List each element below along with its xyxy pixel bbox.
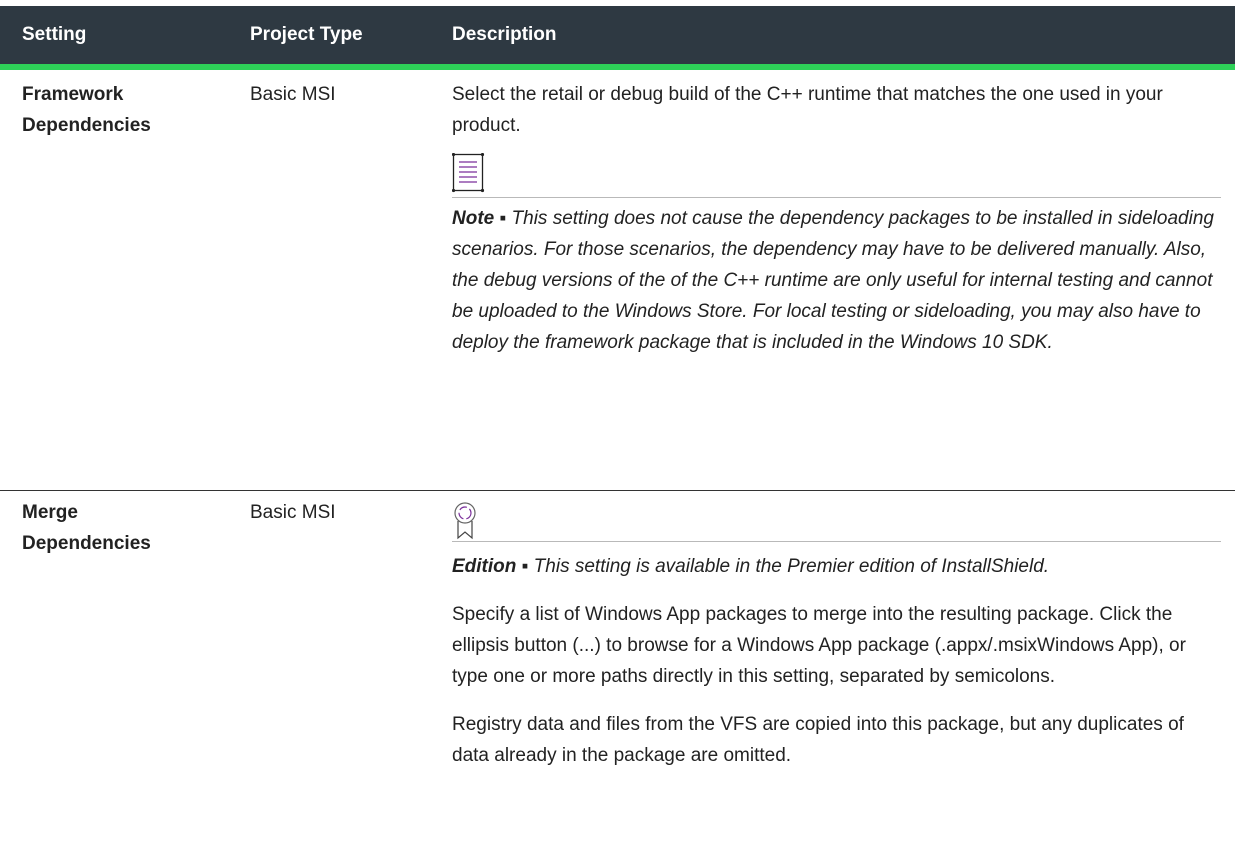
description-cell: Edition ▪ This setting is available in t… [452,488,1235,858]
edition-divider [452,541,1221,542]
award-ribbon-icon [454,502,476,540]
settings-table: Setting Project Type Description Framewo… [0,6,1235,858]
note-icon-wrap [452,141,1221,197]
setting-name: Merge Dependencies [0,488,250,858]
project-type: Basic MSI [250,502,336,523]
note-body: This setting does not cause the dependen… [452,208,1214,353]
note-label: Note ▪ [452,208,507,229]
note-icon [452,153,485,193]
edition-icon-wrap [452,501,1221,541]
table-row: Framework Dependencies Basic MSI Select … [0,70,1235,488]
note-divider [452,197,1221,198]
description-cell: Select the retail or debug build of the … [452,70,1235,488]
setting-name: Framework Dependencies [0,70,250,488]
description-paragraph-1: Specify a list of Windows App packages t… [452,604,1186,687]
edition-label: Edition ▪ [452,556,529,577]
description-text: Select the retail or debug build of the … [452,84,1163,136]
project-type: Basic MSI [250,84,336,105]
table-row: Merge Dependencies Basic MSI Edition ▪ T… [0,488,1235,858]
edition-text: Edition ▪ This setting is available in t… [452,551,1221,582]
header-description: Description [452,24,557,45]
header-project-type: Project Type [250,24,363,45]
setting-name-line1: Framework [22,84,124,105]
header-setting: Setting [22,24,87,45]
edition-body: This setting is available in the Premier… [533,556,1050,577]
setting-name-line2: Dependencies [22,533,151,554]
note-text: Note ▪ This setting does not cause the d… [452,203,1221,358]
setting-name-line1: Merge [22,502,78,523]
description-paragraph-2: Registry data and files from the VFS are… [452,714,1184,766]
table-header: Setting Project Type Description [0,6,1235,70]
setting-name-line2: Dependencies [22,115,151,136]
